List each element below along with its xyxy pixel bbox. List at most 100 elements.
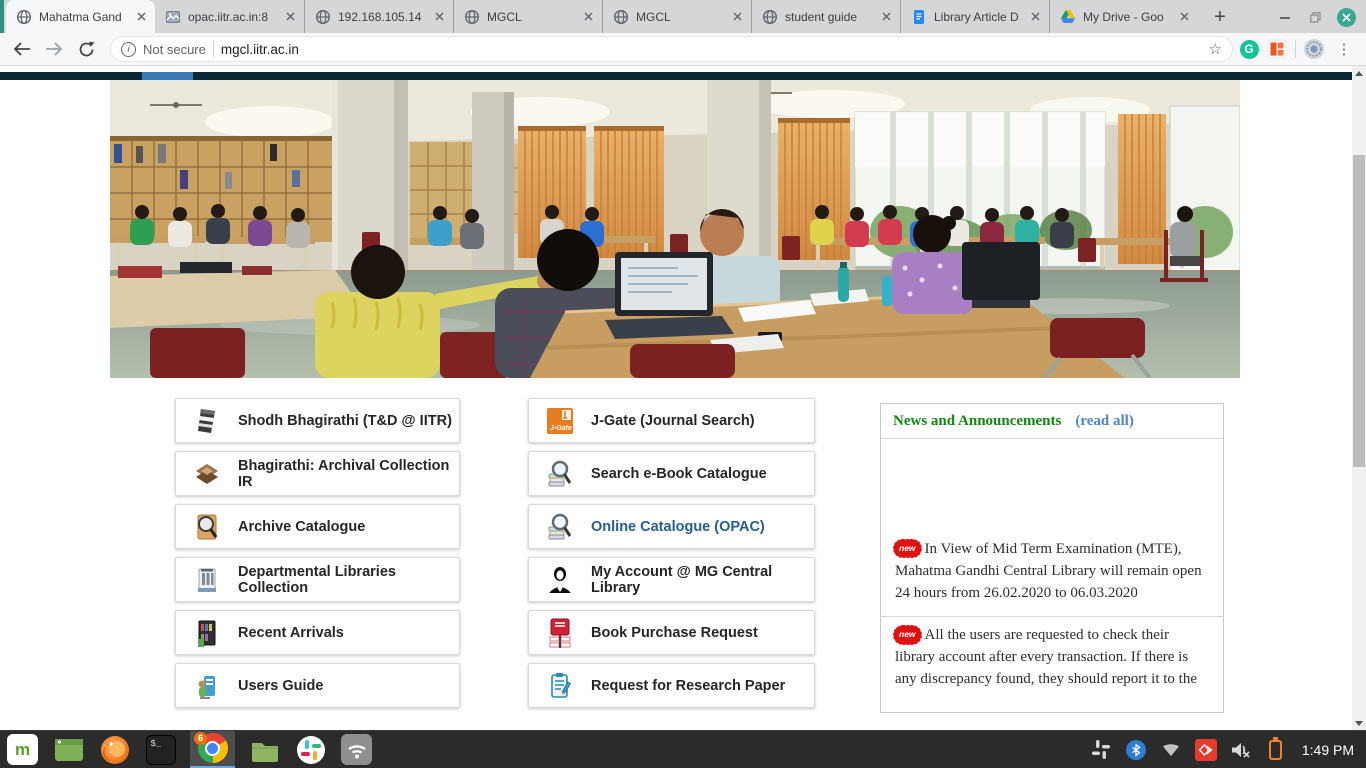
news-item[interactable]: newAll the users are requested to check …	[881, 616, 1223, 702]
quick-link-archive-catalogue[interactable]: Archive Catalogue	[175, 504, 460, 549]
quick-link-book-purchase[interactable]: Book Purchase Request	[528, 610, 815, 655]
page-scrollbar[interactable]	[1352, 66, 1366, 730]
quick-link-jgate[interactable]: J-Gate J-Gate (Journal Search)	[528, 398, 815, 443]
quick-link-ebook-catalogue[interactable]: Search e-Book Catalogue	[528, 451, 815, 496]
toolbar-separator	[1295, 40, 1296, 58]
chrome-notification-badge: 6	[194, 732, 207, 745]
battery-icon[interactable]	[1264, 738, 1288, 762]
tab-library-article[interactable]: Library Article D	[900, 0, 1049, 33]
quick-link-label: My Account @ MG Central Library	[591, 564, 814, 596]
quick-link-label: Archive Catalogue	[238, 519, 365, 535]
tab-label: My Drive - Goo	[1083, 10, 1169, 24]
security-label[interactable]: Not secure	[143, 42, 206, 57]
site-navbar-bottom-edge	[0, 72, 1352, 80]
quick-link-shodh-bhagirathi[interactable]: Shodh Bhagirathi (T&D @ IITR)	[175, 398, 460, 443]
new-badge: new	[895, 541, 920, 556]
tab-192-168[interactable]: 192.168.105.14	[304, 0, 453, 33]
quick-link-recent-arrivals[interactable]: Recent Arrivals	[175, 610, 460, 655]
tab-close-icon[interactable]	[1027, 9, 1043, 25]
library-building-icon	[193, 565, 221, 595]
bookmark-star-icon[interactable]: ☆	[1209, 40, 1222, 58]
network-tool-icon[interactable]	[340, 733, 373, 766]
mint-menu-button[interactable]: m	[6, 733, 39, 766]
tab-label: MGCL	[636, 10, 722, 24]
tab-mgcl-2[interactable]: MGCL	[602, 0, 751, 33]
chrome-taskbar-button[interactable]: 6	[190, 731, 235, 768]
iitr-extension-icon[interactable]	[1302, 37, 1326, 61]
terminal-icon[interactable]: $_	[144, 733, 177, 766]
tab-mahatma-gandhi[interactable]: Mahatma Gand	[6, 0, 155, 33]
forward-button[interactable]	[40, 35, 68, 63]
read-all-link[interactable]: (read all)	[1075, 413, 1133, 430]
webpage-viewport: Shodh Bhagirathi (T&D @ IITR) Bhagirathi…	[0, 66, 1366, 730]
quick-link-label: Bhagirathi: Archival Collection IR	[238, 458, 459, 490]
jgate-logo-icon: J-Gate	[546, 406, 574, 436]
news-item[interactable]: newIn View of Mid Term Examination (MTE)…	[881, 531, 1223, 616]
tab-label: student guide	[785, 10, 871, 24]
restore-button[interactable]	[1307, 10, 1323, 26]
close-button[interactable]	[1337, 8, 1356, 27]
tab-opac[interactable]: opac.iitr.ac.in:8	[155, 0, 304, 33]
address-bar[interactable]: i Not secure mgcl.iitr.ac.in ☆	[110, 36, 1233, 62]
tab-my-drive[interactable]: My Drive - Goo	[1049, 0, 1198, 33]
taskbar-clock[interactable]: 1:49 PM	[1302, 742, 1354, 758]
reload-button[interactable]	[72, 35, 100, 63]
bluetooth-icon[interactable]	[1124, 738, 1148, 762]
browser-tab-strip: Mahatma Gand opac.iitr.ac.in:8 192.168.1…	[0, 0, 1366, 33]
thesis-stack-icon	[193, 406, 221, 436]
file-manager-icon[interactable]	[248, 733, 281, 766]
show-desktop-icon[interactable]	[52, 733, 85, 766]
quick-link-opac[interactable]: Online Catalogue (OPAC)	[528, 504, 815, 549]
back-button[interactable]	[8, 35, 36, 63]
quick-link-label: Search e-Book Catalogue	[591, 466, 767, 482]
quick-link-research-paper[interactable]: Request for Research Paper	[528, 663, 815, 708]
site-navbar-active-item[interactable]	[142, 72, 193, 80]
tab-mgcl-1[interactable]: MGCL	[453, 0, 602, 33]
google-drive-icon	[1060, 9, 1076, 25]
system-taskbar: m $_ 6	[0, 730, 1366, 768]
info-icon[interactable]: i	[121, 42, 136, 57]
slack-tray-icon[interactable]	[1089, 738, 1113, 762]
scroll-down-arrow[interactable]	[1352, 716, 1366, 730]
news-item-text: In View of Mid Term Examination (MTE), M…	[895, 541, 1202, 601]
tab-close-icon[interactable]	[431, 9, 447, 25]
tab-close-icon[interactable]	[282, 9, 298, 25]
browser-menu-icon[interactable]: ⋮	[1330, 35, 1358, 63]
quick-link-my-account[interactable]: My Account @ MG Central Library	[528, 557, 815, 602]
grammarly-extension-icon[interactable]: G	[1237, 37, 1261, 61]
quick-link-departmental-libraries[interactable]: Departmental Libraries Collection	[175, 557, 460, 602]
tab-close-icon[interactable]	[1176, 9, 1192, 25]
tab-close-icon[interactable]	[133, 9, 149, 25]
quick-links-column-left: Shodh Bhagirathi (T&D @ IITR) Bhagirathi…	[175, 398, 460, 708]
volume-muted-icon[interactable]	[1229, 738, 1253, 762]
system-tray: 1:49 PM	[1089, 738, 1360, 762]
orange-grid-extension-icon[interactable]	[1265, 37, 1289, 61]
minimize-button[interactable]	[1277, 10, 1293, 26]
scrollbar-thumb[interactable]	[1353, 155, 1365, 467]
window-border-accent	[0, 0, 4, 33]
slack-icon[interactable]	[294, 733, 327, 766]
archive-search-icon	[193, 512, 221, 542]
tab-student-guide[interactable]: student guide	[751, 0, 900, 33]
new-badge: new	[895, 627, 920, 642]
quick-link-users-guide[interactable]: Users Guide	[175, 663, 460, 708]
tab-close-icon[interactable]	[729, 9, 745, 25]
firefox-icon[interactable]	[98, 733, 131, 766]
wifi-tray-icon[interactable]	[1159, 738, 1183, 762]
globe-icon	[16, 9, 32, 25]
anydesk-icon[interactable]	[1194, 738, 1218, 762]
quick-link-label: Recent Arrivals	[238, 625, 344, 641]
tab-close-icon[interactable]	[580, 9, 596, 25]
svg-text:J-Gate: J-Gate	[550, 425, 572, 432]
url-text[interactable]: mgcl.iitr.ac.in	[221, 42, 299, 57]
red-book-icon	[546, 618, 574, 648]
scroll-up-arrow[interactable]	[1352, 66, 1366, 80]
new-tab-button[interactable]: +	[1206, 3, 1234, 31]
clipboard-pencil-icon	[546, 671, 574, 701]
tab-close-icon[interactable]	[878, 9, 894, 25]
news-item-text: All the users are requested to check the…	[895, 627, 1197, 687]
tab-label: Library Article D	[934, 10, 1020, 24]
omnibox-separator	[213, 41, 214, 57]
user-guide-icon	[193, 671, 221, 701]
quick-link-bhagirathi-archival[interactable]: Bhagirathi: Archival Collection IR	[175, 451, 460, 496]
